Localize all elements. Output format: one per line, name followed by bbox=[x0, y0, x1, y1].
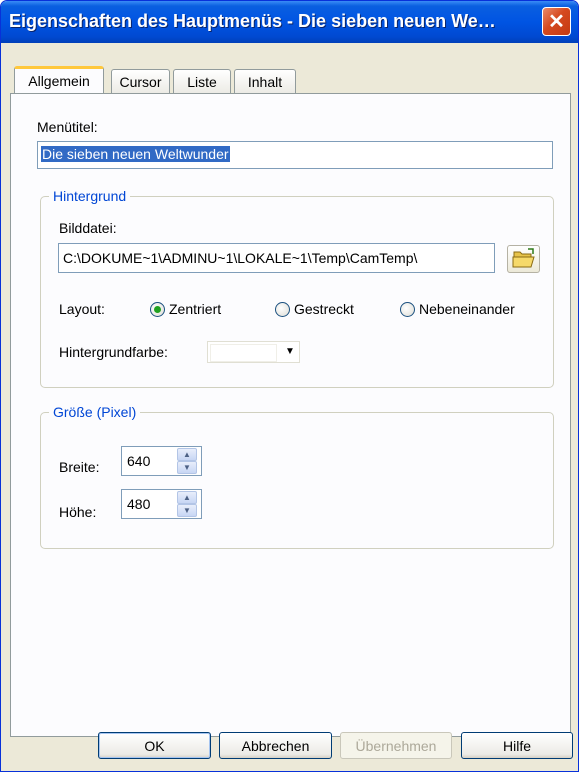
menu-title-value: Die sieben neuen Weltwunder bbox=[41, 146, 230, 162]
layout-radio-nebeneinander[interactable] bbox=[400, 302, 415, 317]
help-button[interactable]: Hilfe bbox=[461, 732, 573, 759]
layout-radio-gestreckt[interactable] bbox=[275, 302, 290, 317]
spin-down-icon[interactable]: ▼ bbox=[177, 461, 197, 474]
width-spinner[interactable]: ▲ ▼ bbox=[177, 448, 197, 474]
height-label: Höhe: bbox=[59, 504, 97, 520]
ok-button[interactable]: OK bbox=[98, 732, 211, 759]
tab-inhalt[interactable]: Inhalt bbox=[234, 69, 296, 93]
chevron-down-icon: ▼ bbox=[285, 346, 295, 357]
cancel-button[interactable]: Abbrechen bbox=[219, 732, 332, 759]
width-label: Breite: bbox=[59, 459, 100, 475]
tab-allgemein[interactable]: Allgemein bbox=[14, 66, 104, 93]
title-bar[interactable]: Eigenschaften des Hauptmenüs - Die siebe… bbox=[1, 1, 578, 43]
apply-button-label: Übernehmen bbox=[355, 737, 437, 754]
ok-button-label: OK bbox=[144, 737, 165, 754]
properties-dialog: Eigenschaften des Hauptmenüs - Die siebe… bbox=[0, 0, 579, 772]
image-file-input[interactable]: C:\DOKUME~1\ADMINU~1\LOKALE~1\Temp\CamTe… bbox=[58, 243, 495, 273]
layout-label: Layout: bbox=[59, 301, 105, 317]
background-group-legend: Hintergrund bbox=[49, 188, 131, 204]
cancel-button-label: Abbrechen bbox=[241, 737, 310, 754]
image-file-label: Bilddatei: bbox=[59, 220, 117, 236]
size-group: Größe (Pixel) bbox=[40, 404, 554, 549]
folder-open-icon bbox=[512, 248, 535, 268]
layout-option-gestreckt-label[interactable]: Gestreckt bbox=[294, 301, 354, 317]
close-button[interactable]: ✕ bbox=[542, 7, 571, 36]
background-color-combo[interactable]: ▼ bbox=[207, 341, 300, 363]
window-title: Eigenschaften des Hauptmenüs - Die siebe… bbox=[9, 11, 496, 31]
image-file-value: C:\DOKUME~1\ADMINU~1\LOKALE~1\Temp\CamTe… bbox=[63, 250, 418, 266]
tab-label: Cursor bbox=[119, 73, 162, 90]
menu-title-input[interactable]: Die sieben neuen Weltwunder bbox=[37, 141, 553, 169]
menu-title-label: Menütitel: bbox=[37, 119, 98, 135]
apply-button: Übernehmen bbox=[340, 732, 452, 759]
help-button-label: Hilfe bbox=[502, 737, 531, 754]
background-color-label: Hintergrundfarbe: bbox=[59, 344, 168, 360]
tab-label: Liste bbox=[187, 73, 217, 90]
tab-cursor[interactable]: Cursor bbox=[111, 69, 170, 93]
layout-option-zentriert-label[interactable]: Zentriert bbox=[169, 301, 221, 317]
tab-label: Allgemein bbox=[28, 73, 90, 89]
close-icon: ✕ bbox=[548, 11, 565, 33]
height-spinner[interactable]: ▲ ▼ bbox=[177, 491, 197, 517]
spin-down-icon[interactable]: ▼ bbox=[177, 504, 197, 517]
layout-option-nebeneinander-label[interactable]: Nebeneinander bbox=[419, 301, 515, 317]
tab-label: Inhalt bbox=[247, 73, 283, 90]
layout-radio-zentriert[interactable] bbox=[150, 302, 165, 317]
spin-up-icon[interactable]: ▲ bbox=[177, 448, 197, 461]
radio-selected-dot bbox=[154, 306, 161, 313]
height-value: 480 bbox=[127, 496, 151, 512]
color-swatch bbox=[210, 344, 277, 362]
width-value: 640 bbox=[127, 453, 151, 469]
tab-liste[interactable]: Liste bbox=[173, 69, 231, 93]
size-group-legend: Größe (Pixel) bbox=[49, 404, 141, 420]
spin-up-icon[interactable]: ▲ bbox=[177, 491, 197, 504]
browse-button[interactable] bbox=[507, 245, 540, 273]
